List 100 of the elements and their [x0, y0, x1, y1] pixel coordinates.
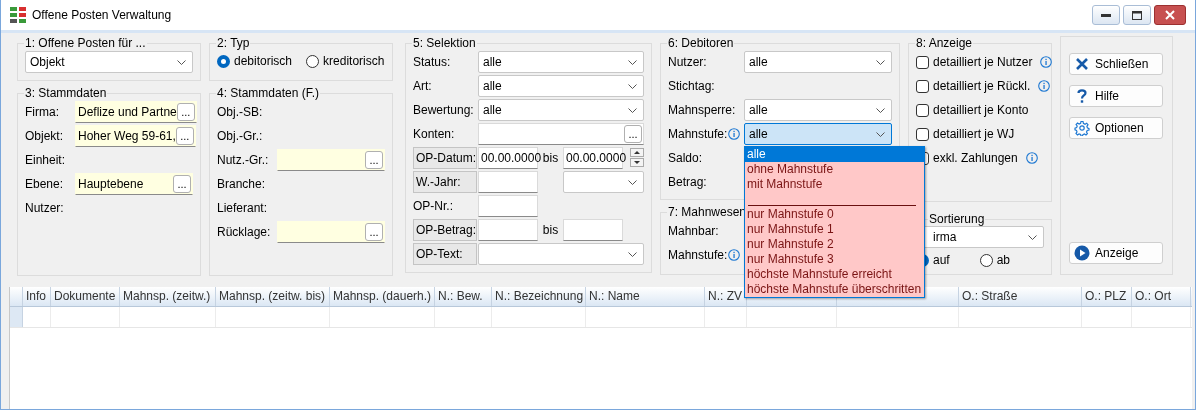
input-field[interactable]: Hoher Weg 59-61, ...: [75, 125, 196, 147]
field-label: Obj.-Gr.:: [217, 129, 263, 143]
column-header[interactable]: N.: Name: [586, 287, 705, 306]
input-field[interactable]: [478, 219, 538, 241]
show-button[interactable]: Anzeige: [1069, 242, 1163, 264]
dropdown[interactable]: alle: [478, 99, 644, 121]
input-field[interactable]: Hauptebene ...: [75, 173, 193, 195]
field-label: Mahnstufe:: [668, 248, 728, 262]
list-option[interactable]: nur Mahnstufe 0: [745, 207, 925, 222]
group-title: 1: Offene Posten für ...: [24, 36, 147, 50]
field-label: Objekt:: [25, 129, 63, 143]
filter-button[interactable]: OP-Betrag:: [413, 219, 477, 241]
chevron-down-icon: [876, 107, 885, 113]
browse-button[interactable]: ...: [624, 125, 642, 143]
dropdown[interactable]: alle: [478, 51, 644, 73]
info-icon[interactable]: [1038, 80, 1051, 92]
field-label: Obj.-SB:: [217, 105, 263, 119]
filter-button[interactable]: W.-Jahr:: [413, 171, 477, 193]
input-field[interactable]: [563, 219, 623, 241]
input-field[interactable]: ...: [277, 149, 385, 171]
field-label: Lieferant:: [217, 201, 268, 215]
column-header[interactable]: N.: Bew.: [435, 287, 492, 306]
group-title: 6: Debitoren: [667, 36, 735, 50]
checkbox[interactable]: detailliert je Rückl.: [916, 79, 1031, 93]
checkbox[interactable]: detailliert je WJ: [916, 127, 1015, 141]
list-option[interactable]: mit Mahnstufe: [745, 177, 925, 192]
field-label: Art:: [413, 79, 432, 93]
list-option[interactable]: höchste Mahnstufe überschritten: [745, 282, 925, 297]
filter-button[interactable]: OP-Text:: [413, 243, 477, 265]
options-button[interactable]: Optionen: [1069, 117, 1163, 139]
browse-button[interactable]: ...: [175, 127, 194, 145]
maximize-icon: [1132, 10, 1142, 20]
chevron-down-icon: [628, 83, 637, 89]
checkbox[interactable]: detailliert je Nutzer: [916, 55, 1033, 69]
input-field[interactable]: ...: [277, 221, 385, 243]
close-icon: [1165, 10, 1175, 20]
column-header[interactable]: N.: Bezeichnung: [492, 287, 586, 306]
column-header[interactable]: O.: Ort: [1132, 287, 1191, 306]
field-label: Nutzer:: [25, 201, 64, 215]
minimize-icon: [1101, 13, 1111, 17]
info-icon[interactable]: [728, 128, 741, 140]
browse-button[interactable]: ...: [176, 103, 195, 121]
window-title: Offene Posten Verwaltung: [32, 8, 172, 22]
dropdown[interactable]: alle: [478, 75, 644, 97]
spin-button[interactable]: [630, 148, 644, 168]
dropdown[interactable]: alle: [744, 123, 892, 145]
column-header[interactable]: N.: ZV: [705, 287, 747, 306]
checkbox[interactable]: detailliert je Konto: [916, 103, 1029, 117]
group-title: 5: Selektion: [412, 36, 477, 50]
info-icon[interactable]: [728, 249, 741, 261]
dropdown[interactable]: Objekt: [25, 51, 193, 73]
browse-button[interactable]: ...: [365, 151, 383, 169]
field-label: OP-Nr.:: [413, 199, 453, 213]
dropdown[interactable]: alle: [744, 51, 892, 73]
close-button[interactable]: Schließen: [1069, 53, 1163, 75]
filter-button[interactable]: OP-Datum:: [413, 147, 477, 169]
field-label: Branche:: [217, 177, 266, 191]
column-header[interactable]: Info: [23, 287, 51, 306]
input-field[interactable]: [478, 171, 538, 193]
group-title: 3: Stammdaten: [24, 86, 108, 100]
field-label: Status:: [413, 55, 451, 69]
column-header[interactable]: Dokumente: [51, 287, 120, 306]
column-header[interactable]: O.: PLZ: [1082, 287, 1132, 306]
dropdown[interactable]: alle: [744, 99, 892, 121]
list-option[interactable]: alle: [745, 147, 925, 162]
column-header[interactable]: Mahnsp. (zeitw. bis): [216, 287, 330, 306]
help-button[interactable]: Hilfe: [1069, 85, 1163, 107]
list-option[interactable]: höchste Mahnstufe erreicht: [745, 267, 925, 282]
play-icon: [1074, 245, 1090, 261]
field-label: Mahnstufe:: [668, 127, 728, 141]
field-label: Rücklage:: [217, 225, 271, 239]
field-label: bis: [541, 223, 560, 237]
group-title: Sortierung: [928, 212, 986, 226]
group-title: 8: Anzeige: [915, 36, 974, 50]
info-icon[interactable]: [1025, 152, 1038, 164]
field-label: Saldo:: [668, 151, 703, 165]
radio-button[interactable]: kreditorisch: [306, 54, 385, 68]
maximize-button[interactable]: [1123, 5, 1151, 25]
field-label: Mahnbar:: [668, 224, 719, 238]
input-field[interactable]: ...: [478, 123, 644, 145]
chevron-down-icon: [628, 179, 637, 185]
list-option[interactable]: ohne Mahnstufe: [745, 162, 925, 177]
browse-button[interactable]: ...: [173, 175, 191, 193]
group-title: 7: Mahnwesen: [667, 205, 747, 219]
column-header[interactable]: O.: Straße: [959, 287, 1082, 306]
input-field[interactable]: Deflize und Partne ...: [75, 101, 197, 123]
field-label: Stichtag:: [668, 79, 715, 93]
close-button[interactable]: [1154, 5, 1186, 25]
column-header[interactable]: Mahnsp. (zeitw.): [120, 287, 216, 306]
field-label: Einheit:: [25, 153, 66, 167]
input-field[interactable]: [478, 195, 538, 217]
info-icon[interactable]: [1040, 56, 1053, 68]
minimize-button[interactable]: [1092, 5, 1120, 25]
radio-button[interactable]: ab: [979, 253, 1011, 267]
radio-button[interactable]: debitorisch: [217, 54, 293, 68]
column-header[interactable]: Mahnsp. (dauerh.): [330, 287, 435, 306]
chevron-down-icon: [1028, 234, 1037, 240]
chevron-down-icon: [628, 59, 637, 65]
browse-button[interactable]: ...: [365, 223, 383, 241]
close-icon: [1074, 56, 1090, 72]
